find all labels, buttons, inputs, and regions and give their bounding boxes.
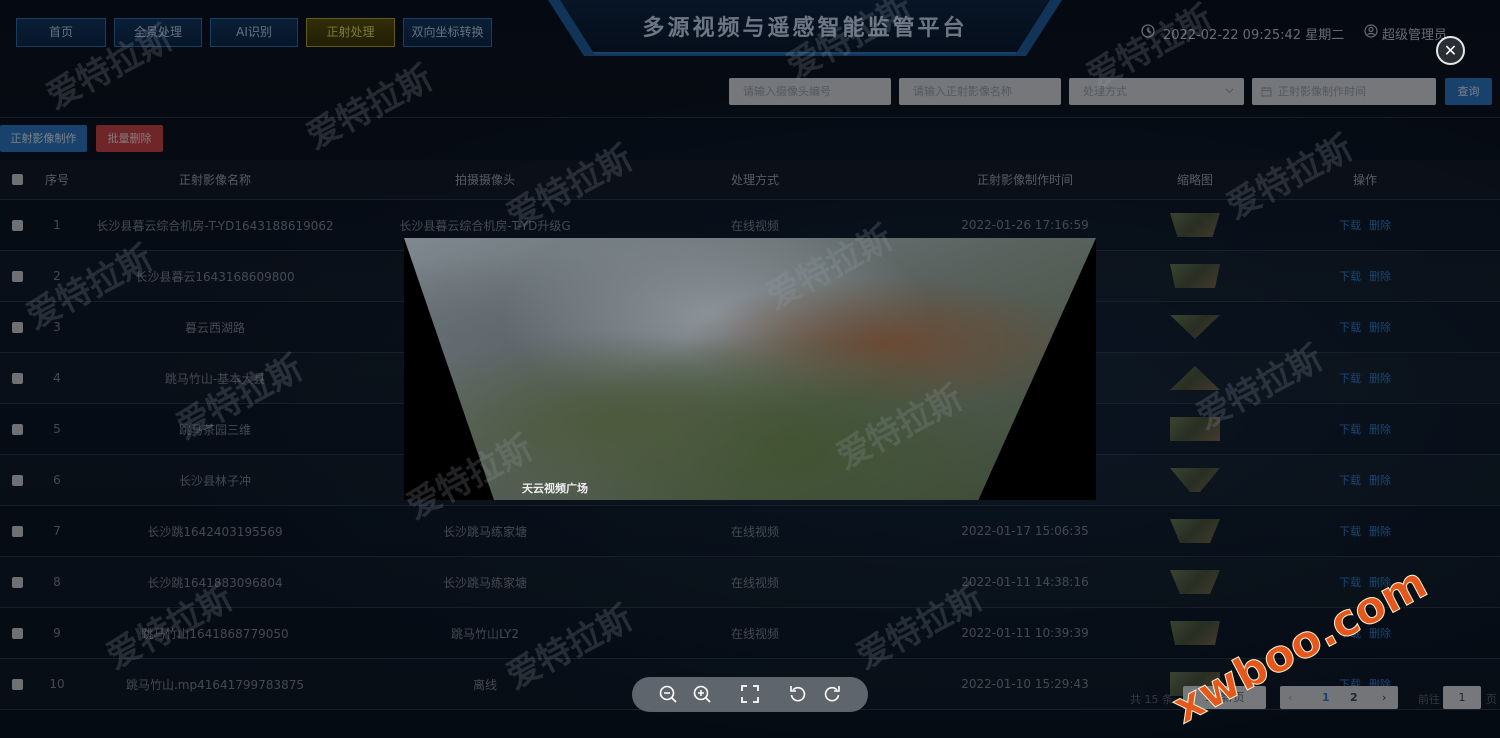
rotate-right-icon[interactable] [822, 684, 842, 704]
rotate-left-icon[interactable] [788, 684, 808, 704]
ortho-image [404, 238, 1096, 500]
close-viewer-button[interactable]: ✕ [1436, 36, 1465, 65]
zoom-out-icon[interactable] [658, 684, 678, 704]
zoom-in-icon[interactable] [692, 684, 712, 704]
preview-caption: 天云视频广场 [522, 482, 588, 495]
close-icon: ✕ [1443, 41, 1458, 60]
ortho-image-preview[interactable]: 天云视频广场 [404, 238, 1096, 500]
fullscreen-icon[interactable] [740, 684, 760, 704]
viewer-toolbar [632, 677, 868, 712]
